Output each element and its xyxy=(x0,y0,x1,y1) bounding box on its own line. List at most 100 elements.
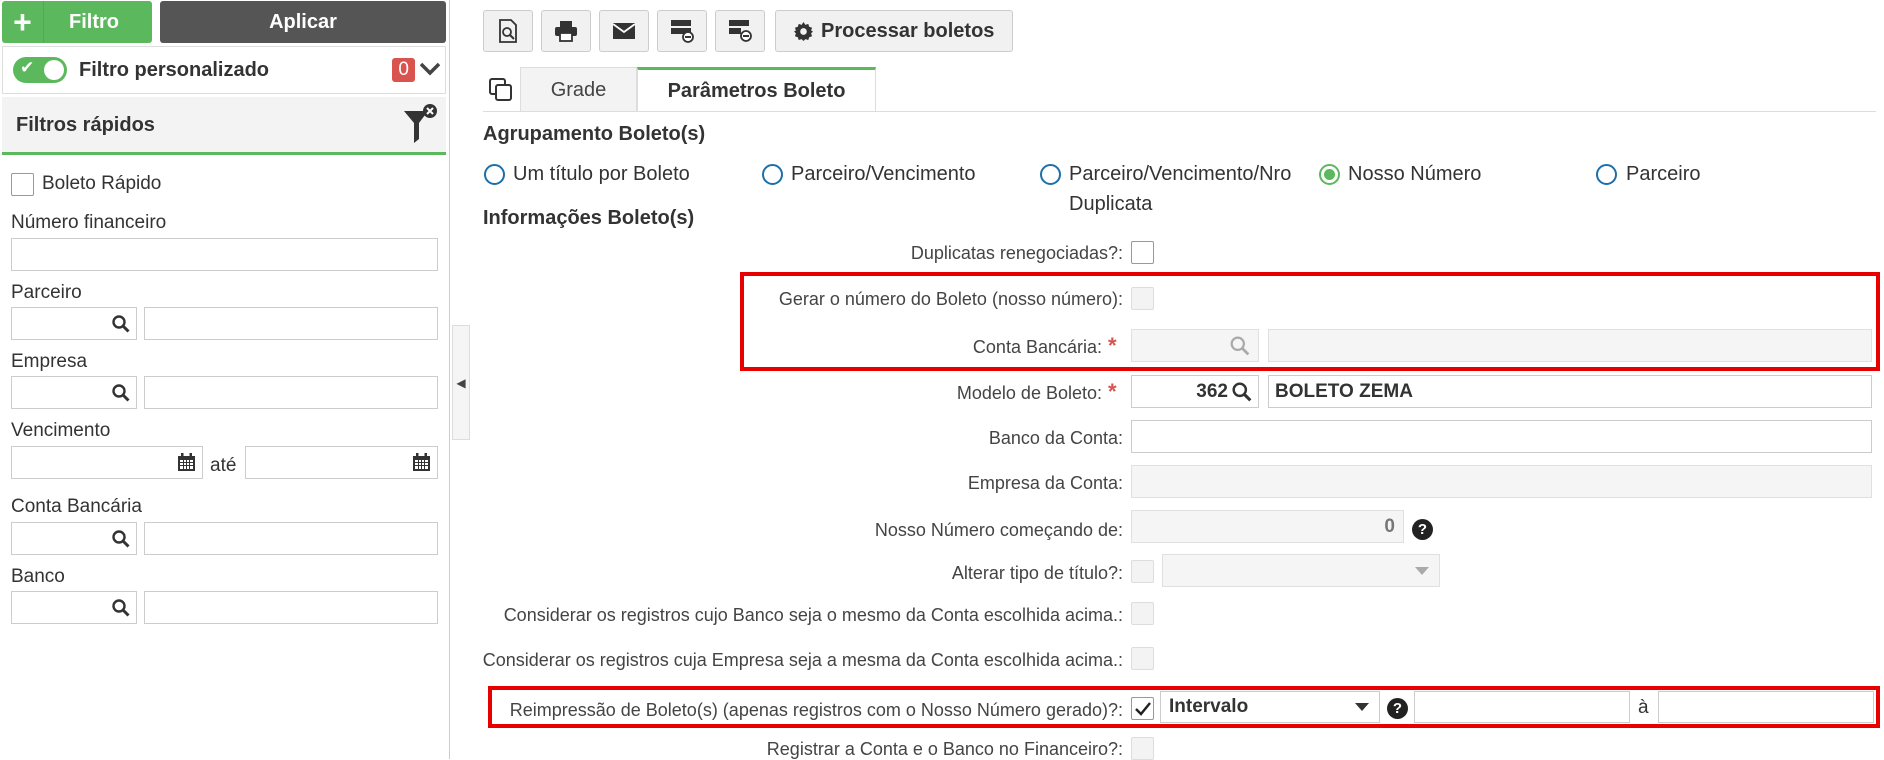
gerar-numero-checkbox[interactable] xyxy=(1131,287,1154,310)
empresa-code-input[interactable] xyxy=(11,376,137,409)
modelo-boleto-name-field[interactable]: BOLETO ZEMA xyxy=(1268,375,1872,408)
radio-parceiro-vencimento-nro-label-line2: Duplicata xyxy=(1069,193,1153,215)
custom-filter-bar: ✔ Filtro personalizado 0 xyxy=(2,46,446,94)
banco-conta-field[interactable] xyxy=(1131,420,1872,453)
tab-parametros-boleto[interactable]: Parâmetros Boleto xyxy=(637,67,876,112)
registrar-conta-checkbox[interactable] xyxy=(1131,737,1154,760)
alterar-tipo-select[interactable] xyxy=(1162,554,1440,587)
search-icon[interactable] xyxy=(112,598,130,617)
search-icon[interactable] xyxy=(1230,336,1250,356)
empresa-name-input[interactable] xyxy=(144,376,438,409)
required-asterisk: * xyxy=(1108,379,1117,404)
nosso-numero-label: Nosso Número começando de: xyxy=(874,520,1123,540)
radio-parceiro-vencimento[interactable] xyxy=(762,164,783,185)
registrar-conta-label: Registrar a Conta e o Banco no Financeir… xyxy=(766,739,1123,759)
reimpressao-checkbox[interactable] xyxy=(1131,697,1154,720)
considerar-banco-label: Considerar os registros cujo Banco seja … xyxy=(503,605,1123,625)
reimpressao-label: Reimpressão de Boleto(s) (apenas registr… xyxy=(509,700,1123,720)
banco-code-input[interactable] xyxy=(11,591,137,624)
help-icon[interactable]: ? xyxy=(1412,519,1433,540)
considerar-banco-checkbox[interactable] xyxy=(1131,602,1154,625)
reimpressao-mode-value: Intervalo xyxy=(1169,696,1249,717)
envelope-icon xyxy=(612,23,636,39)
vencimento-label: Vencimento xyxy=(11,420,111,441)
empresa-conta-field[interactable] xyxy=(1131,465,1872,498)
calendar-icon[interactable] xyxy=(412,453,431,472)
empresa-label: Empresa xyxy=(11,351,88,372)
cancel-remittance-button[interactable] xyxy=(715,10,765,52)
duplicatas-checkbox[interactable] xyxy=(1131,241,1154,264)
clear-filter-funnel-icon[interactable] xyxy=(402,103,438,145)
search-icon[interactable] xyxy=(1232,381,1252,402)
range-separator: à xyxy=(1638,697,1649,718)
vencimento-end-input[interactable] xyxy=(245,446,438,479)
print-button[interactable] xyxy=(541,10,591,52)
radio-nosso-numero-label: Nosso Número xyxy=(1348,163,1482,185)
duplicatas-label: Duplicatas renegociadas?: xyxy=(910,243,1123,263)
check-icon: ✔ xyxy=(20,58,35,77)
conta-bancaria-name-input[interactable] xyxy=(144,522,438,555)
search-icon[interactable] xyxy=(112,529,130,548)
filter-button[interactable]: + Filtro xyxy=(2,1,152,43)
conta-bancaria-code-field[interactable] xyxy=(1131,329,1259,362)
radio-um-titulo[interactable] xyxy=(484,164,505,185)
collapse-panel-handle[interactable]: ◀ xyxy=(452,325,470,440)
search-icon[interactable] xyxy=(112,314,130,333)
radio-nosso-numero[interactable] xyxy=(1319,164,1340,185)
radio-parceiro-vencimento-nro[interactable] xyxy=(1040,164,1061,185)
conta-bancaria-code-input[interactable] xyxy=(11,522,137,555)
agrupamento-title: Agrupamento Boleto(s) xyxy=(483,123,706,145)
reimpressao-range-end[interactable] xyxy=(1658,691,1874,723)
considerar-empresa-checkbox[interactable] xyxy=(1131,647,1154,670)
modelo-boleto-code-field[interactable]: 362 xyxy=(1131,375,1259,408)
caret-down-icon xyxy=(1355,703,1369,711)
modelo-boleto-code: 362 xyxy=(1196,380,1228,402)
considerar-empresa-label: Considerar os registros cuja Empresa sej… xyxy=(482,650,1123,670)
quick-filters-header: Filtros rápidos xyxy=(2,97,446,155)
parceiro-name-input[interactable] xyxy=(144,307,438,340)
empresa-conta-label: Empresa da Conta: xyxy=(967,473,1123,493)
conta-bancaria-name-field[interactable] xyxy=(1268,329,1872,362)
parceiro-code-input[interactable] xyxy=(11,307,137,340)
preview-document-button[interactable] xyxy=(483,10,533,52)
chevron-down-icon[interactable] xyxy=(415,59,445,82)
copy-icon[interactable] xyxy=(489,78,513,107)
email-button[interactable] xyxy=(599,10,649,52)
custom-filter-toggle[interactable]: ✔ xyxy=(13,57,67,83)
plus-icon: + xyxy=(2,1,44,43)
process-boletos-label: Processar boletos xyxy=(821,19,995,42)
alterar-tipo-checkbox[interactable] xyxy=(1131,560,1154,583)
caret-left-icon: ◀ xyxy=(456,375,466,390)
calendar-icon[interactable] xyxy=(177,453,196,472)
quick-filters-title: Filtros rápidos xyxy=(16,114,155,136)
process-boletos-button[interactable]: Processar boletos xyxy=(775,10,1014,52)
caret-down-icon xyxy=(1415,566,1429,575)
vencimento-start-input[interactable] xyxy=(11,446,203,479)
radio-parceiro[interactable] xyxy=(1596,164,1617,185)
reimpressao-range-start[interactable] xyxy=(1414,691,1630,723)
search-icon[interactable] xyxy=(112,383,130,402)
banco-conta-label: Banco da Conta: xyxy=(988,428,1123,448)
quick-filter-panel: + Filtro Aplicar ✔ Filtro personalizado … xyxy=(0,0,450,759)
filter-button-label: Filtro xyxy=(69,10,119,33)
modelo-boleto-label: Modelo de Boleto: xyxy=(956,383,1102,403)
modelo-boleto-name: BOLETO ZEMA xyxy=(1275,380,1413,402)
remove-remittance-button[interactable] xyxy=(657,10,707,52)
boleto-rapido-label: Boleto Rápido xyxy=(42,173,162,194)
conta-bancaria-label: Conta Bancária xyxy=(11,496,142,517)
parceiro-label: Parceiro xyxy=(11,282,82,303)
tab-divider xyxy=(483,111,1876,112)
apply-button[interactable]: Aplicar xyxy=(160,1,446,43)
numero-financeiro-input[interactable] xyxy=(11,238,438,271)
tab-grade[interactable]: Grade xyxy=(520,67,637,112)
radio-um-titulo-label: Um título por Boleto xyxy=(513,163,690,185)
server-remove-icon xyxy=(671,20,694,43)
reimpressao-mode-select[interactable]: Intervalo xyxy=(1160,691,1380,723)
help-icon[interactable]: ? xyxy=(1387,698,1408,719)
boleto-rapido-checkbox[interactable] xyxy=(11,173,34,196)
custom-filter-label: Filtro personalizado xyxy=(79,58,270,81)
nosso-numero-field[interactable]: 0 xyxy=(1131,510,1404,543)
banco-name-input[interactable] xyxy=(144,591,438,624)
nosso-numero-value: 0 xyxy=(1384,515,1395,537)
document-search-icon xyxy=(499,19,517,43)
